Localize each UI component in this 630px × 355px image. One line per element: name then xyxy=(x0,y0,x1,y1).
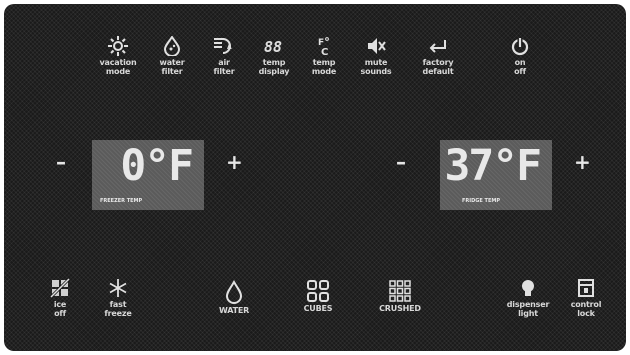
factory-default-label: factory default xyxy=(422,58,454,76)
fridge-temp-display: 37°F FRIDGE TEMP xyxy=(440,140,552,210)
cubes-icon xyxy=(307,280,329,302)
fridge-temp-label: FRIDGE TEMP xyxy=(462,198,501,204)
ice-off-label: ice off xyxy=(53,300,67,318)
mute-sounds-button[interactable]: mute sounds xyxy=(346,36,406,76)
fridge-minus-button[interactable]: – xyxy=(396,152,406,172)
water-drop-icon xyxy=(225,280,243,304)
crushed-button[interactable]: CRUSHED xyxy=(368,280,432,313)
fast-freeze-button[interactable]: fast freeze xyxy=(86,278,150,318)
temp-display-label: temp display xyxy=(258,58,290,76)
svg-text:88: 88 xyxy=(264,38,282,56)
temp-mode-label: temp mode xyxy=(311,58,337,76)
control-lock-label: control lock xyxy=(570,300,602,318)
dispenser-light-button[interactable]: dispenser light xyxy=(496,278,560,318)
temp-mode-button[interactable]: F C temp mode xyxy=(294,36,354,76)
cubes-button[interactable]: CUBES xyxy=(286,280,350,313)
dispenser-light-label: dispenser light xyxy=(506,300,550,318)
water-drop-icon xyxy=(163,36,181,56)
air-filter-icon: A xyxy=(214,38,232,54)
sun-icon xyxy=(108,36,128,56)
lock-icon xyxy=(578,279,594,297)
water-label: WATER xyxy=(218,306,250,315)
freezer-temp-display: 0°F FREEZER TEMP xyxy=(92,140,204,210)
control-lock-button[interactable]: control lock xyxy=(554,278,618,318)
freezer-temp-label: FREEZER TEMP xyxy=(100,198,143,204)
vacation-mode-button[interactable]: vacation mode xyxy=(88,36,148,76)
fahrenheit-celsius-icon: F C xyxy=(318,37,329,56)
fast-freeze-label: fast freeze xyxy=(104,300,132,318)
return-arrow-icon xyxy=(429,40,446,53)
power-label: on off xyxy=(514,58,526,76)
air-filter-label: air filter xyxy=(213,58,235,76)
vacation-mode-label: vacation mode xyxy=(99,58,137,76)
mute-sounds-label: mute sounds xyxy=(360,58,392,76)
power-icon xyxy=(511,38,529,56)
freezer-plus-button[interactable]: + xyxy=(226,152,243,172)
svg-text:A: A xyxy=(227,44,232,51)
speaker-mute-icon xyxy=(368,38,386,54)
fridge-plus-button[interactable]: + xyxy=(574,152,591,172)
svg-text:C: C xyxy=(321,47,328,56)
water-dispense-button[interactable]: WATER xyxy=(202,280,266,315)
water-filter-button[interactable]: water filter xyxy=(142,36,202,76)
light-bulb-icon xyxy=(522,280,534,296)
ice-off-icon xyxy=(50,278,70,298)
freezer-minus-button[interactable]: – xyxy=(56,152,66,172)
digits-icon: 88 xyxy=(264,38,282,56)
cubes-label: CUBES xyxy=(303,304,333,313)
control-panel: vacation mode water filter A air filter … xyxy=(4,4,626,351)
snowflake-icon xyxy=(109,279,127,297)
crushed-label: CRUSHED xyxy=(379,304,421,313)
water-filter-label: water filter xyxy=(159,58,185,76)
fridge-temp-value: 37°F xyxy=(444,141,542,191)
freezer-temp-value: 0°F xyxy=(120,141,194,191)
crushed-ice-icon xyxy=(389,280,411,302)
factory-default-button[interactable]: factory default xyxy=(408,36,468,76)
power-button[interactable]: on off xyxy=(490,36,550,76)
ice-off-button[interactable]: ice off xyxy=(28,278,92,318)
